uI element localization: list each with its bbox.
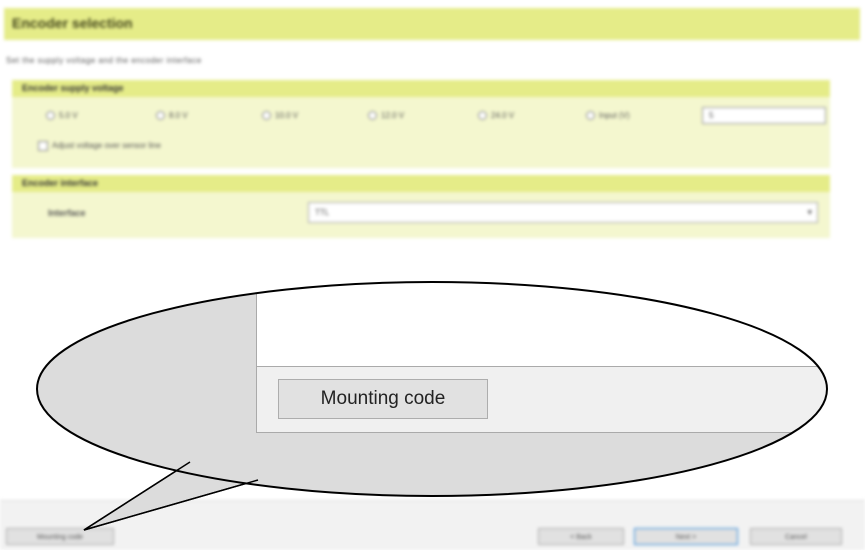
pointer-border (83, 461, 259, 531)
lens-border (36, 281, 828, 497)
magnifier-outline (36, 281, 828, 531)
